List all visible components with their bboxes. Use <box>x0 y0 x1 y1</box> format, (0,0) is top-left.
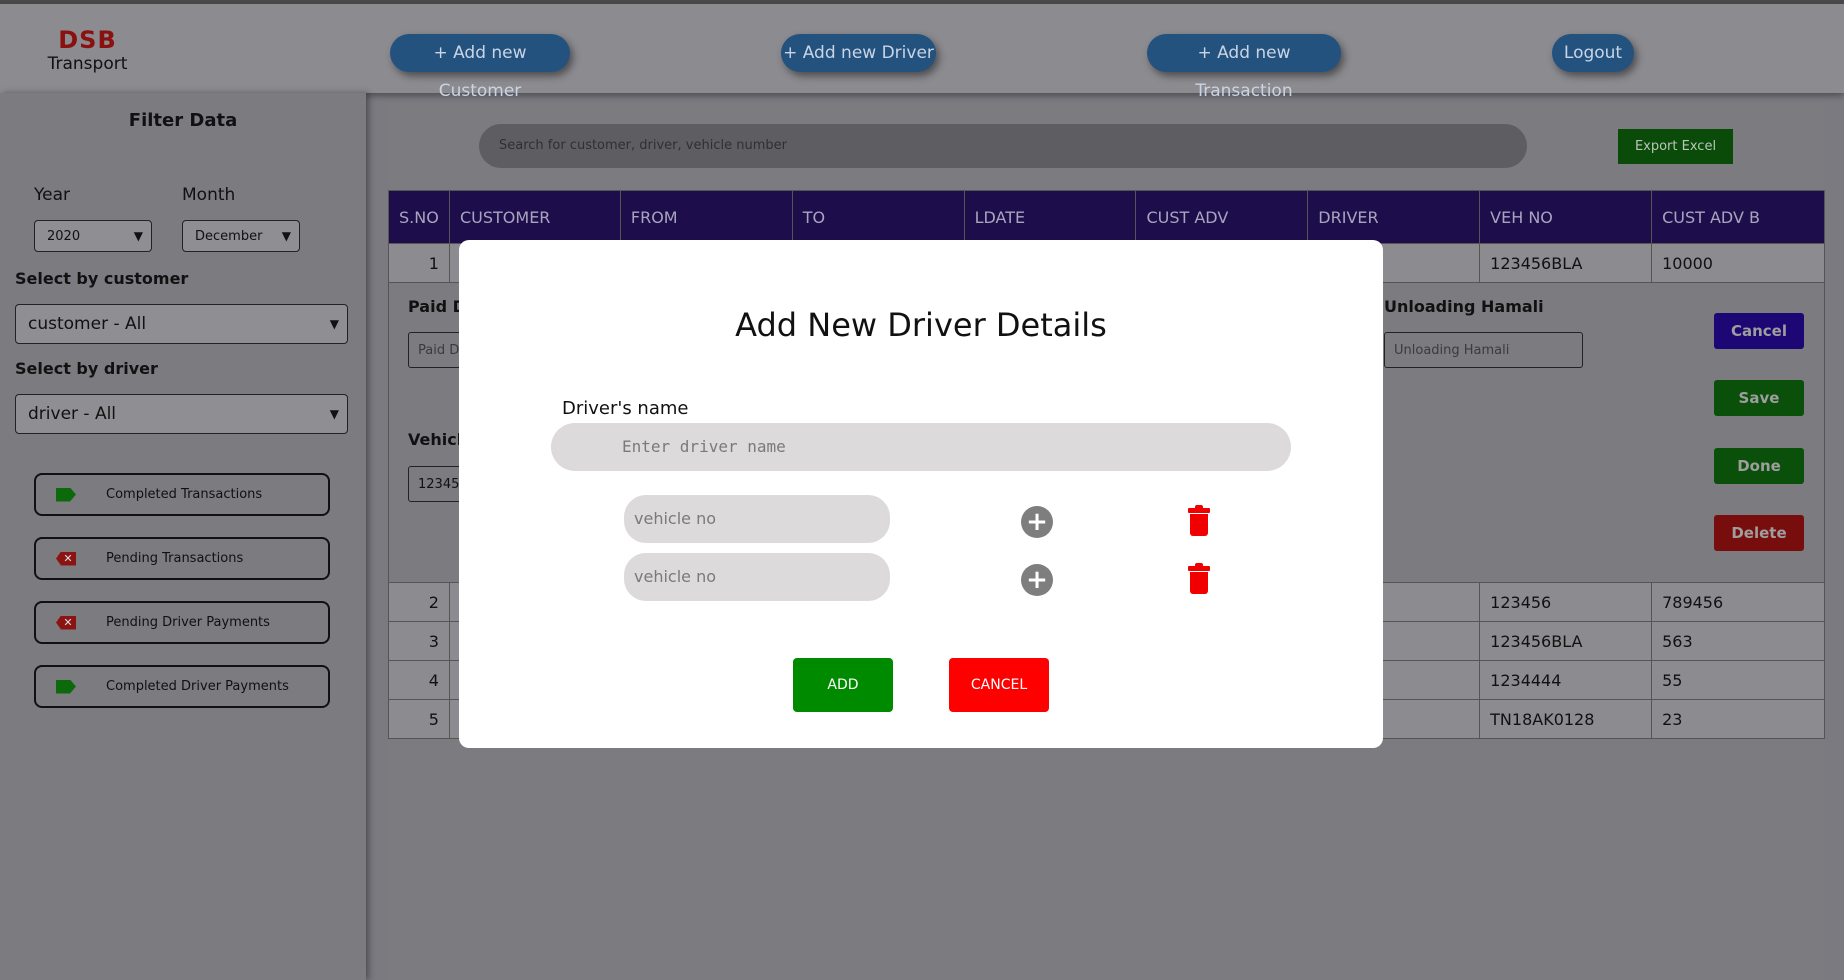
cust-adv-b-cell: 23 <box>1651 699 1825 739</box>
filter-sidebar: Filter Data Year Month 2020 ▼ December ▼… <box>0 93 366 980</box>
row-done-button[interactable]: Done <box>1714 448 1804 484</box>
red-x-tag-icon: ✕ <box>56 615 76 630</box>
sno-cell: 3 <box>388 621 450 661</box>
add-customer-button[interactable]: + Add new Customer <box>390 34 570 101</box>
modal-title: Add New Driver Details <box>735 306 1107 344</box>
trash-icon[interactable] <box>1188 563 1210 594</box>
driver-filter-label: Select by driver <box>15 359 158 378</box>
column-header[interactable]: S.NO <box>388 190 450 244</box>
cust-adv-b-cell: 55 <box>1651 660 1825 700</box>
column-header[interactable]: CUST ADV B <box>1651 190 1825 244</box>
trash-icon[interactable] <box>1188 505 1210 536</box>
red-x-tag-icon: ✕ <box>56 551 76 566</box>
brand-logo[interactable]: DSB Transport <box>40 26 135 74</box>
column-header[interactable]: CUSTOMER <box>448 190 621 244</box>
unloading-hamali-input[interactable]: Unloading Hamali <box>1384 332 1583 368</box>
veh-no-cell: 123456 <box>1479 582 1653 622</box>
green-tag-icon <box>56 679 76 694</box>
customer-filter-label: Select by customer <box>15 269 189 288</box>
brand-name: DSB <box>58 26 117 54</box>
month-label: Month <box>182 185 236 205</box>
year-label: Year <box>34 185 70 205</box>
cancel-button[interactable]: CANCEL <box>949 658 1049 712</box>
chevron-down-icon: ▼ <box>133 229 143 243</box>
driver-name-label: Driver's name <box>562 398 689 419</box>
cust-adv-b-cell: 10000 <box>1651 243 1825 283</box>
month-select[interactable]: December ▼ <box>182 220 300 252</box>
sno-cell: 5 <box>388 699 450 739</box>
column-header[interactable]: VEH NO <box>1479 190 1653 244</box>
veh-no-cell: 123456BLA <box>1479 243 1653 283</box>
chevron-down-icon: ▼ <box>329 407 339 421</box>
chevron-down-icon: ▼ <box>281 229 291 243</box>
search-input[interactable]: Search for customer, driver, vehicle num… <box>479 124 1527 168</box>
column-header[interactable]: TO <box>791 190 965 244</box>
completed-driver-payments-filter[interactable]: Completed Driver Payments <box>34 665 330 708</box>
sno-cell: 4 <box>388 660 450 700</box>
row-save-button[interactable]: Save <box>1714 380 1804 416</box>
veh-no-cell: 123456BLA <box>1479 621 1653 661</box>
completed-transactions-filter[interactable]: Completed Transactions <box>34 473 330 516</box>
filter-label: Pending Transactions <box>106 551 244 566</box>
green-tag-icon <box>56 487 76 502</box>
brand-subtitle: Transport <box>47 54 128 74</box>
export-excel-button[interactable]: Export Excel <box>1618 129 1733 164</box>
vehicle-no-input[interactable]: vehicle no <box>624 553 890 601</box>
column-header[interactable]: LDATE <box>963 190 1137 244</box>
table-header-row: S.NO CUSTOMER FROM TO LDATE CUST ADV DRI… <box>388 190 1825 244</box>
app-header: DSB Transport + Add new Customer + Add n… <box>0 4 1844 101</box>
cust-adv-b-cell: 563 <box>1651 621 1825 661</box>
customer-select-value: customer - All <box>28 314 147 334</box>
vehicle-no-input[interactable]: vehicle no <box>624 495 890 543</box>
driver-select-value: driver - All <box>28 404 117 424</box>
filter-title: Filter Data <box>128 110 238 131</box>
chevron-down-icon: ▼ <box>329 317 339 331</box>
sno-cell: 1 <box>388 243 450 283</box>
pending-driver-payments-filter[interactable]: ✕ Pending Driver Payments <box>34 601 330 644</box>
add-driver-modal: Add New Driver Details Driver's name Ent… <box>459 240 1383 748</box>
sno-cell: 2 <box>388 582 450 622</box>
add-button[interactable]: ADD <box>793 658 893 712</box>
filter-label: Completed Driver Payments <box>106 679 289 694</box>
driver-select[interactable]: driver - All ▼ <box>15 394 348 434</box>
year-select-value: 2020 <box>47 228 81 244</box>
customer-select[interactable]: customer - All ▼ <box>15 304 348 344</box>
column-header[interactable]: DRIVER <box>1307 190 1481 244</box>
filter-label: Completed Transactions <box>106 487 263 502</box>
year-select[interactable]: 2020 ▼ <box>34 220 152 252</box>
driver-name-input[interactable]: Enter driver name <box>551 423 1291 471</box>
add-driver-button[interactable]: + Add new Driver <box>781 34 936 72</box>
column-header[interactable]: FROM <box>619 190 793 244</box>
logout-button[interactable]: Logout <box>1552 34 1634 72</box>
veh-no-cell: 1234444 <box>1479 660 1653 700</box>
add-vehicle-icon[interactable]: + <box>1021 506 1053 538</box>
add-vehicle-icon[interactable]: + <box>1021 564 1053 596</box>
pending-transactions-filter[interactable]: ✕ Pending Transactions <box>34 537 330 580</box>
unloading-hamali-label: Unloading Hamali <box>1384 297 1544 316</box>
add-transaction-button[interactable]: + Add new Transaction <box>1147 34 1341 101</box>
row-delete-button[interactable]: Delete <box>1714 515 1804 551</box>
row-cancel-button[interactable]: Cancel <box>1714 313 1804 349</box>
column-header[interactable]: CUST ADV <box>1135 190 1309 244</box>
month-select-value: December <box>195 228 263 244</box>
filter-label: Pending Driver Payments <box>106 615 270 630</box>
cust-adv-b-cell: 789456 <box>1651 582 1825 622</box>
veh-no-cell: TN18AK0128 <box>1479 699 1653 739</box>
